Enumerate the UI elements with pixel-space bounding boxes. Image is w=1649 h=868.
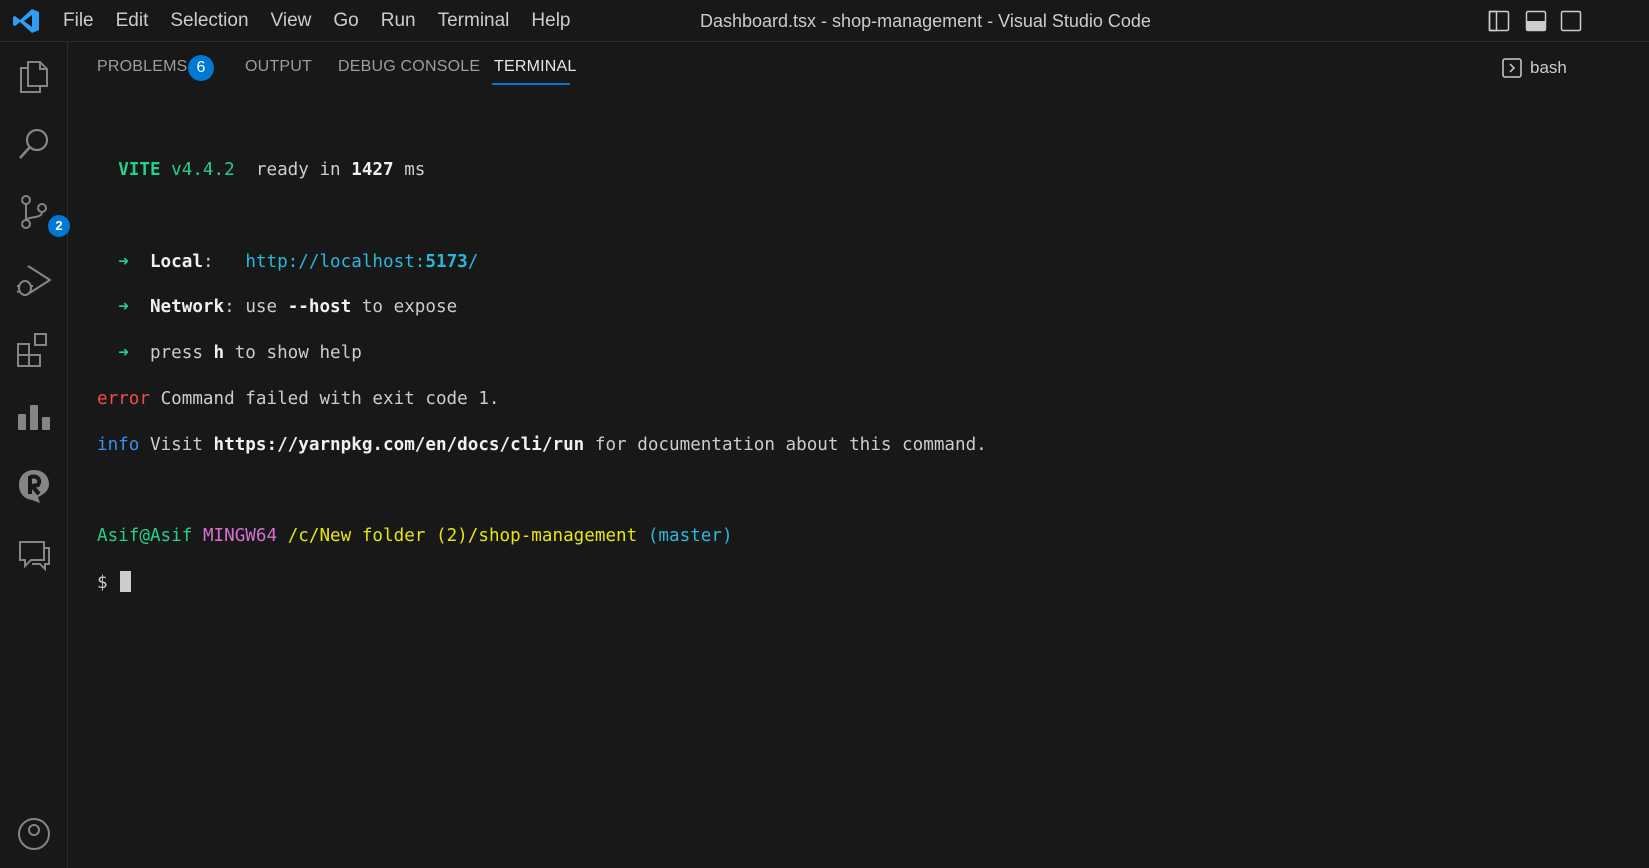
toggle-panel-icon[interactable] bbox=[1525, 10, 1547, 32]
terminal-line-local: ➜ Local: http://localhost:5173/ bbox=[118, 251, 479, 272]
press-text: press bbox=[149, 343, 203, 364]
source-control-badge: 2 bbox=[48, 215, 70, 237]
local-label: Local bbox=[149, 251, 203, 272]
terminal-line-info: info Visit https://yarnpkg.com/en/docs/c… bbox=[97, 434, 987, 457]
active-tab-indicator bbox=[492, 83, 570, 85]
info-visit: Visit bbox=[149, 434, 203, 455]
vite-version: v4.4.2 bbox=[171, 159, 235, 180]
activity-source-control[interactable]: 2 bbox=[14, 192, 70, 237]
ms-unit: ms bbox=[404, 159, 426, 180]
error-message: Command failed with exit code 1. bbox=[160, 388, 500, 409]
error-tag: error bbox=[97, 388, 150, 409]
toggle-secondary-sidebar-icon[interactable] bbox=[1560, 10, 1582, 32]
info-url[interactable]: https://yarnpkg.com/en/docs/cli/run bbox=[214, 435, 585, 455]
menu-edit[interactable]: Edit bbox=[105, 0, 160, 42]
press-key: h bbox=[213, 343, 225, 364]
tab-terminal[interactable]: TERMINAL bbox=[494, 58, 577, 76]
prompt-host: MINGW64 bbox=[202, 526, 278, 547]
vscode-logo-icon bbox=[13, 9, 39, 33]
comments-icon bbox=[19, 541, 50, 572]
ready-ms: 1427 bbox=[351, 159, 394, 180]
problems-count-badge: 6 bbox=[188, 55, 214, 81]
toggle-primary-sidebar-icon[interactable] bbox=[1488, 10, 1510, 32]
press-rest: to show help bbox=[234, 343, 362, 364]
prompt-symbol: $ bbox=[97, 573, 108, 594]
terminal-instance-bash[interactable]: bash bbox=[1502, 56, 1567, 80]
menu-go[interactable]: Go bbox=[322, 0, 369, 42]
prompt-user: Asif@Asif bbox=[97, 526, 193, 547]
menu-help[interactable]: Help bbox=[520, 0, 581, 42]
terminal-name: bash bbox=[1530, 58, 1567, 77]
activity-run-debug[interactable] bbox=[14, 260, 54, 300]
menu-terminal[interactable]: Terminal bbox=[427, 0, 521, 42]
local-url-suffix: / bbox=[467, 251, 479, 272]
network-rest: to expose bbox=[361, 297, 458, 318]
title-bar: File Edit Selection View Go Run Terminal… bbox=[0, 0, 1649, 42]
prompt-path: /c/New folder (2)/shop-management bbox=[287, 526, 638, 547]
activity-accounts[interactable] bbox=[14, 814, 54, 854]
menu-bar: File Edit Selection View Go Run Terminal… bbox=[52, 0, 582, 42]
terminal-line-input[interactable]: $ bbox=[97, 571, 987, 594]
tab-output[interactable]: OUTPUT bbox=[245, 58, 312, 76]
ready-text: ready in bbox=[255, 159, 341, 180]
network-label: Network bbox=[149, 297, 225, 318]
tab-problems[interactable]: PROBLEMS bbox=[97, 58, 188, 76]
activity-search[interactable] bbox=[14, 124, 54, 164]
quokka-icon bbox=[19, 470, 49, 503]
activity-explorer[interactable] bbox=[14, 56, 54, 96]
terminal-line-network: ➜ Network: use --host to expose bbox=[118, 297, 458, 318]
arrow: ➜ bbox=[118, 343, 129, 364]
terminal-cursor bbox=[120, 571, 132, 593]
menu-view[interactable]: View bbox=[260, 0, 323, 42]
terminal-icon bbox=[1502, 58, 1522, 78]
vite-name: VITE bbox=[118, 159, 161, 180]
local-url-prefix: http://localhost: bbox=[245, 251, 426, 272]
tab-debug-console[interactable]: DEBUG CONSOLE bbox=[338, 58, 480, 76]
terminal-line-vite: VITE v4.4.2 ready in 1427 ms bbox=[97, 159, 987, 182]
activity-quokka[interactable] bbox=[14, 466, 54, 506]
local-url[interactable]: http://localhost:5173/ bbox=[245, 252, 478, 272]
extensions-icon bbox=[17, 333, 47, 367]
activity-comments[interactable] bbox=[14, 534, 54, 574]
window-title: Dashboard.tsx - shop-management - Visual… bbox=[700, 11, 1151, 31]
activity-charts[interactable] bbox=[14, 398, 54, 438]
terminal-line-error: error Command failed with exit code 1. bbox=[97, 388, 987, 411]
menu-run[interactable]: Run bbox=[370, 0, 427, 42]
local-port: 5173 bbox=[425, 251, 468, 272]
files-icon bbox=[20, 61, 48, 93]
network-use: use bbox=[245, 297, 278, 318]
terminal-line-prompt: Asif@Asif MINGW64 /c/New folder (2)/shop… bbox=[97, 525, 987, 548]
prompt-branch: (master) bbox=[647, 526, 733, 547]
menu-selection[interactable]: Selection bbox=[159, 0, 259, 42]
info-tag: info bbox=[97, 434, 140, 455]
search-icon bbox=[19, 128, 49, 159]
activity-bar: 2 bbox=[0, 42, 70, 868]
arrow: ➜ bbox=[118, 297, 129, 318]
terminal-output[interactable]: VITE v4.4.2 ready in 1427 ms ➜ Local: ht… bbox=[97, 136, 987, 617]
info-rest: for documentation about this command. bbox=[594, 434, 987, 455]
run-debug-icon bbox=[16, 265, 52, 296]
arrow: ➜ bbox=[118, 251, 129, 272]
bar-chart-icon bbox=[18, 405, 50, 430]
activity-extensions[interactable] bbox=[14, 330, 54, 370]
menu-file[interactable]: File bbox=[52, 0, 105, 42]
network-flag: --host bbox=[287, 297, 352, 318]
terminal-line-help: ➜ press h to show help bbox=[97, 342, 987, 365]
account-icon bbox=[18, 818, 50, 850]
